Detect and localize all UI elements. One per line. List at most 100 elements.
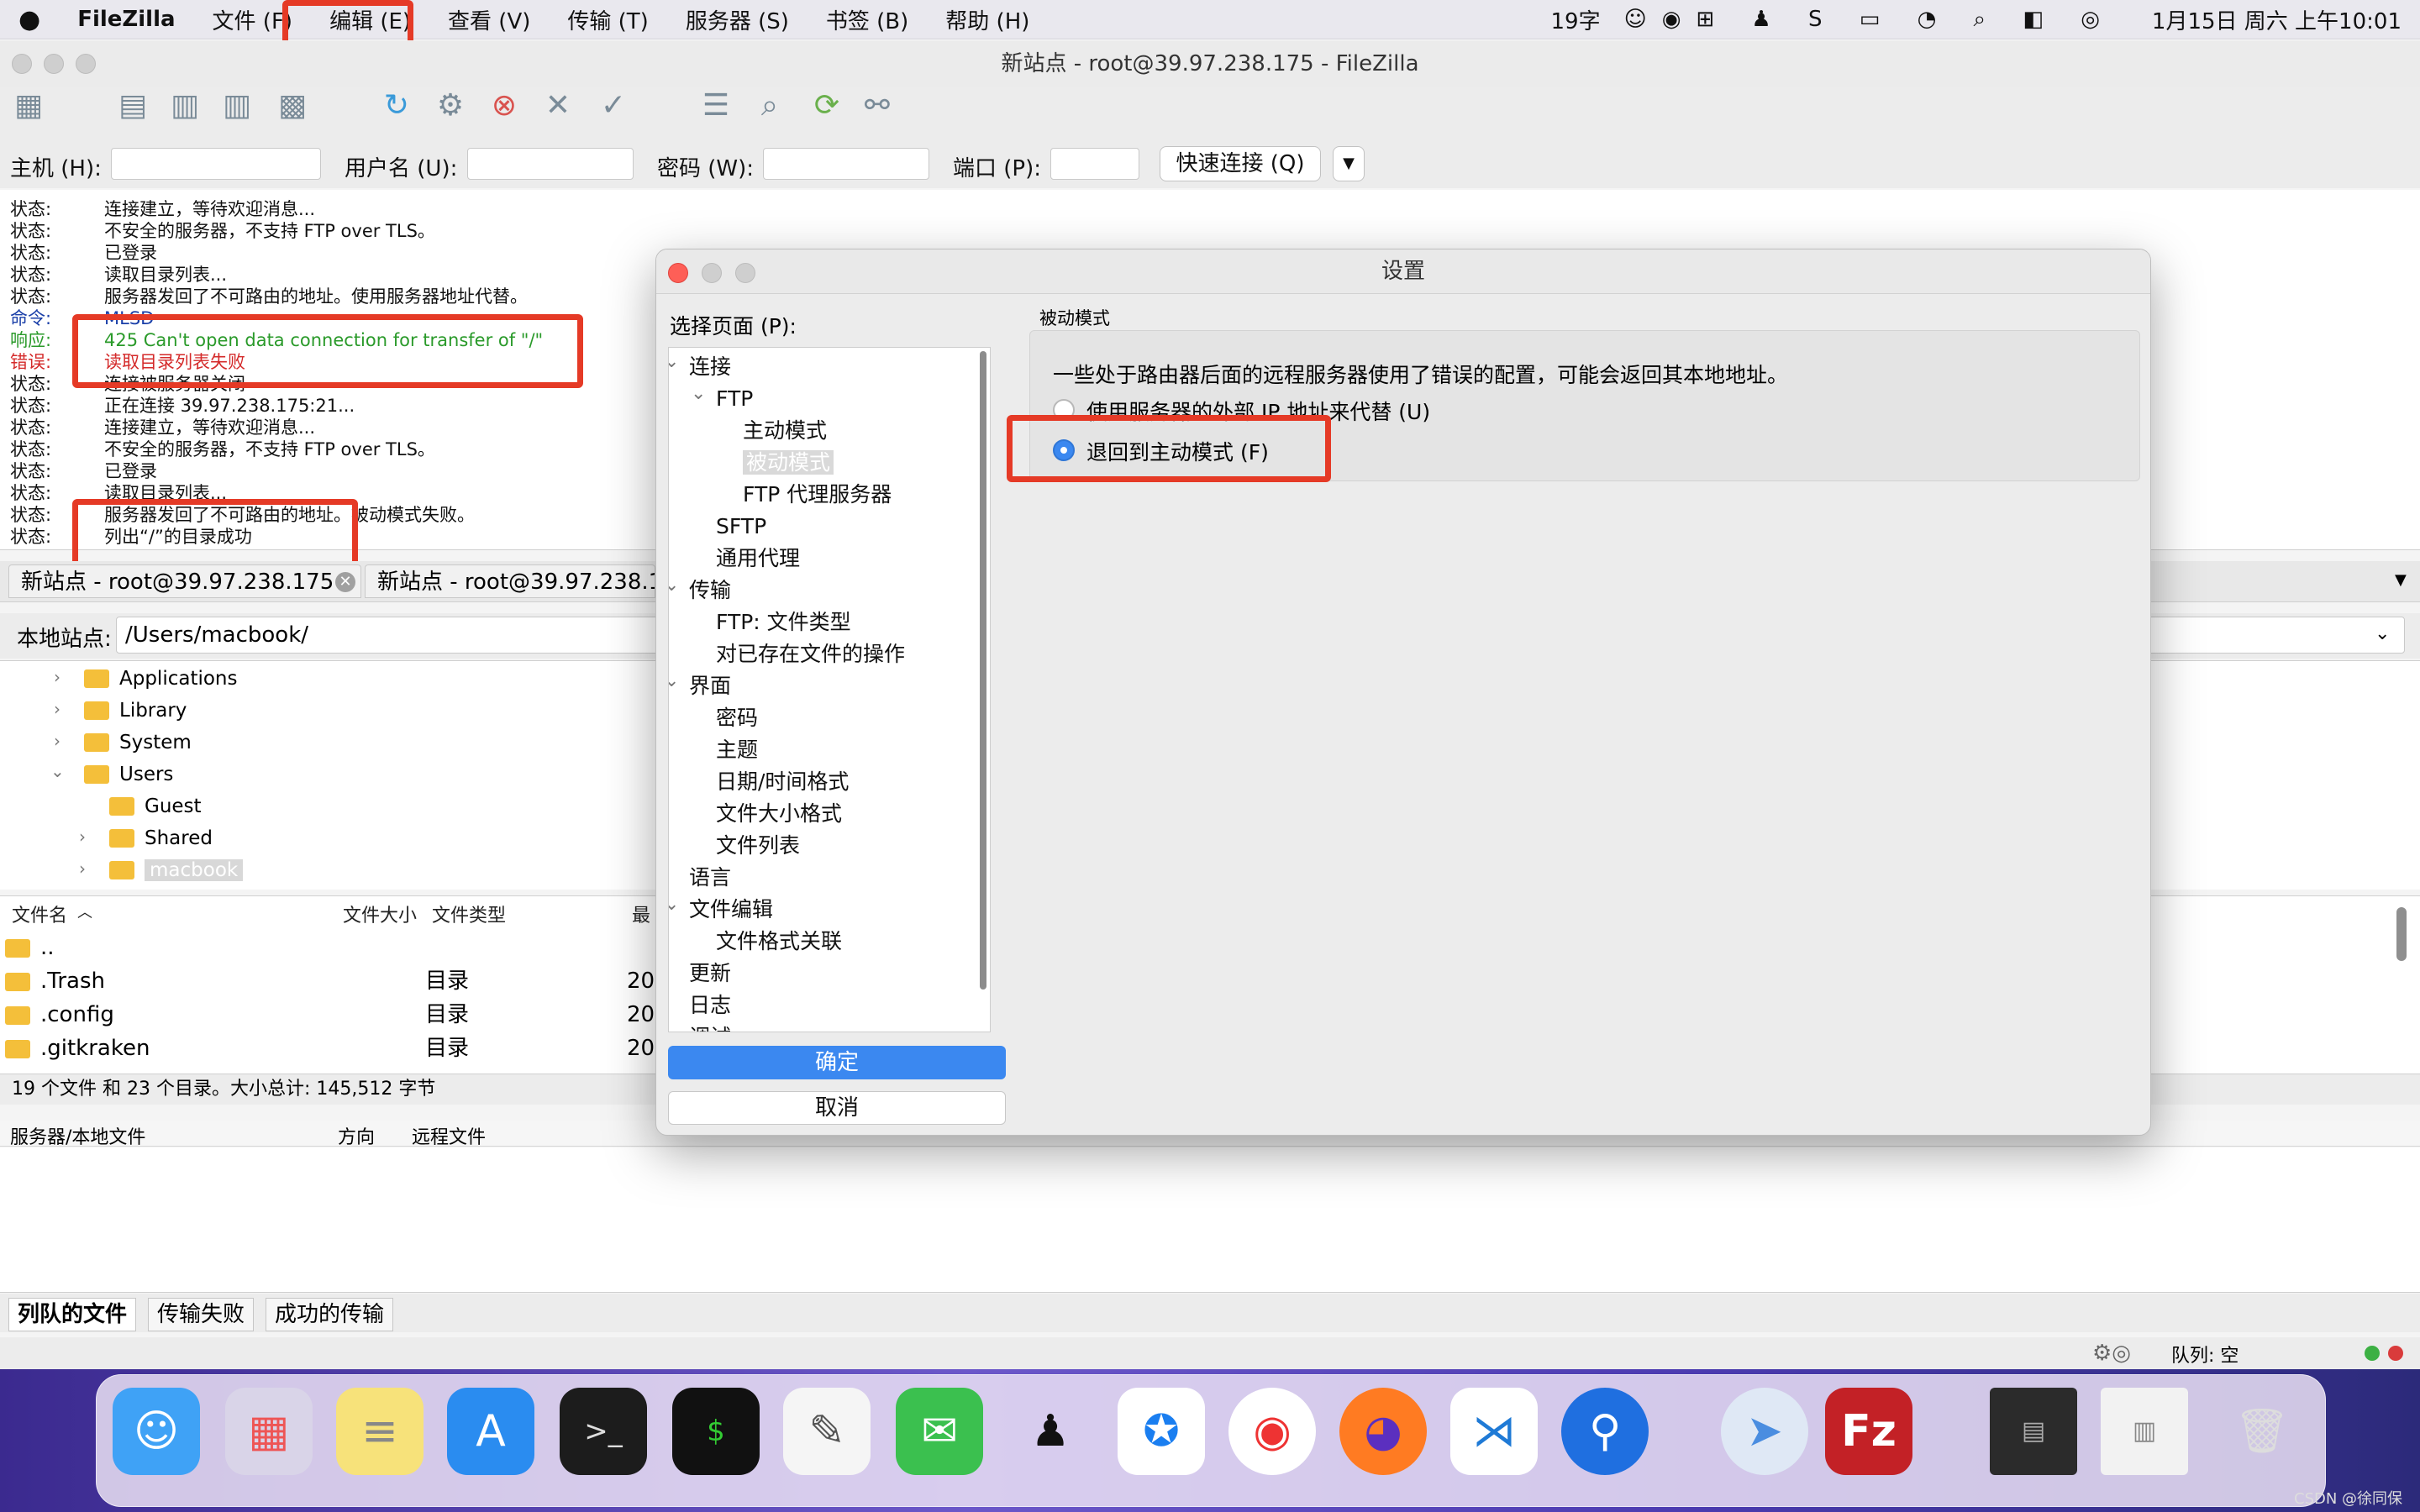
close-tab-icon[interactable]: ✕ xyxy=(335,572,355,592)
chrome-icon[interactable]: ◉ xyxy=(1228,1388,1316,1475)
site-tab[interactable]: 新站点 - root@39.97.238.17 xyxy=(365,564,655,598)
directory-filter-icon[interactable]: ☰ xyxy=(697,87,734,124)
menu-bookmarks[interactable]: 书签 (B) xyxy=(808,4,927,35)
port-input[interactable] xyxy=(1050,148,1139,180)
tab-failed-transfers[interactable]: 传输失败 xyxy=(148,1298,255,1331)
settings-tree-item[interactable]: ⌄ FTP xyxy=(691,383,753,415)
textedit-icon[interactable]: ✎ xyxy=(783,1388,871,1475)
cancel-button[interactable]: 取消 xyxy=(668,1091,1006,1125)
binoculars-icon[interactable]: ⚯ xyxy=(859,87,896,124)
search-icon[interactable]: ⌕ xyxy=(751,87,788,124)
filter-icon[interactable]: ⚙ xyxy=(432,87,469,124)
minimize-window-button[interactable] xyxy=(44,54,64,74)
site-tab[interactable]: 新站点 - root@39.97.238.175 ✕ xyxy=(8,564,361,598)
zoom-window-button[interactable] xyxy=(76,54,96,74)
settings-tree-item[interactable]: FTP: 文件类型 xyxy=(716,606,851,638)
password-input[interactable] xyxy=(763,148,929,180)
column-filetype[interactable]: 文件类型 xyxy=(432,900,506,927)
host-input[interactable] xyxy=(111,148,321,180)
username-input[interactable] xyxy=(467,148,634,180)
chevron-right-icon[interactable]: › xyxy=(54,731,60,751)
tab-list-icon[interactable]: ▼ xyxy=(2395,571,2407,589)
settings-tree-item[interactable]: 文件大小格式 xyxy=(716,798,842,830)
column-modified[interactable]: 最 xyxy=(632,900,650,927)
tree-scrollbar[interactable] xyxy=(980,351,986,990)
column-direction[interactable]: 方向 xyxy=(338,1122,375,1149)
settings-tree-item[interactable]: 主题 xyxy=(716,734,758,766)
app-store-icon[interactable]: A xyxy=(447,1388,534,1475)
chevron-down-icon[interactable]: ⌄ xyxy=(669,348,679,378)
tree-item[interactable]: System xyxy=(84,727,192,758)
transfer-queue-icon[interactable]: ▩ xyxy=(274,87,311,124)
settings-tree-item[interactable]: 调试 xyxy=(689,1021,731,1032)
local-tree-icon[interactable]: ▥ xyxy=(166,87,203,124)
quickconnect-button[interactable]: 快速连接 (Q) xyxy=(1160,146,1321,181)
tree-item-selected[interactable]: macbook xyxy=(109,855,244,885)
close-window-button[interactable] xyxy=(12,54,32,74)
settings-tree-item[interactable]: 文件格式关联 xyxy=(716,926,842,958)
vscode-icon[interactable]: ⋊ xyxy=(1450,1388,1538,1475)
menu-server[interactable]: 服务器 (S) xyxy=(667,4,808,35)
mail-app-icon[interactable]: ➤ xyxy=(1721,1388,1808,1475)
chevron-right-icon[interactable]: › xyxy=(79,827,86,847)
sync-browse-icon[interactable]: ⟳ xyxy=(808,87,845,124)
site-manager-icon[interactable]: ▦ xyxy=(10,87,47,124)
chevron-right-icon[interactable]: › xyxy=(54,699,60,719)
firefox-icon[interactable]: ◕ xyxy=(1339,1388,1427,1475)
window-thumbnail-icon[interactable]: ▤ xyxy=(1990,1388,2077,1475)
trash-icon[interactable]: 🗑 xyxy=(2218,1388,2306,1475)
window-thumbnail-icon[interactable]: ▥ xyxy=(2101,1388,2188,1475)
dialog-minimize-button[interactable] xyxy=(702,263,722,283)
chevron-down-icon[interactable]: ⌄ xyxy=(669,570,679,601)
tree-item[interactable]: Guest xyxy=(109,791,202,822)
settings-tree-item[interactable]: 日志 xyxy=(689,990,731,1021)
apple-icon[interactable]: ● xyxy=(0,5,59,34)
chevron-down-icon[interactable]: ⌄ xyxy=(669,889,679,921)
tree-item[interactable]: Users xyxy=(84,759,173,790)
maps-pin-icon[interactable]: ⚲ xyxy=(1561,1388,1649,1475)
menu-help[interactable]: 帮助 (H) xyxy=(927,4,1048,35)
chevron-right-icon[interactable]: › xyxy=(54,667,60,687)
dialog-close-button[interactable] xyxy=(668,263,688,283)
wechat-icon[interactable]: ✉ xyxy=(896,1388,983,1475)
file-row[interactable]: .config xyxy=(5,998,114,1032)
settings-tree-item[interactable]: 语言 xyxy=(689,862,731,894)
dialog-zoom-button[interactable] xyxy=(735,263,755,283)
ok-button[interactable]: 确定 xyxy=(668,1046,1006,1079)
message-log-icon[interactable]: ▤ xyxy=(114,87,151,124)
chevron-down-icon[interactable]: ⌄ xyxy=(669,665,679,697)
menu-view[interactable]: 查看 (V) xyxy=(429,4,549,35)
settings-tree-item[interactable]: ⌄传输 xyxy=(669,575,731,606)
iterm-icon[interactable]: $ xyxy=(672,1388,760,1475)
column-remote-file[interactable]: 远程文件 xyxy=(412,1122,486,1149)
file-row[interactable]: .. xyxy=(5,931,55,964)
remote-tree-icon[interactable]: ▥ xyxy=(218,87,255,124)
chevron-down-icon[interactable]: ⌄ xyxy=(691,378,706,410)
settings-tree-item[interactable]: 更新 xyxy=(689,958,731,990)
menu-app-name[interactable]: FileZilla xyxy=(59,7,193,32)
tree-item[interactable]: Applications xyxy=(84,664,238,694)
disconnect-icon[interactable]: ✕ xyxy=(539,87,576,124)
notes-icon[interactable]: ≡ xyxy=(336,1388,424,1475)
scrollbar-thumb[interactable] xyxy=(2396,907,2407,961)
cancel-icon[interactable]: ⊗ xyxy=(486,87,523,124)
file-row[interactable]: .Trash xyxy=(5,964,105,998)
terminal-icon[interactable]: >_ xyxy=(560,1388,647,1475)
finder-icon[interactable]: ☺ xyxy=(113,1388,200,1475)
tab-successful-transfers[interactable]: 成功的传输 xyxy=(266,1298,394,1331)
settings-tree-item[interactable]: ⌄界面 xyxy=(669,670,731,702)
file-row[interactable]: .gitkraken xyxy=(5,1032,150,1065)
settings-gear-icon[interactable]: ⚙◎ xyxy=(2092,1341,2131,1366)
settings-page-tree[interactable]: ⌄连接⌄FTP主动模式被动模式FTP 代理服务器SFTP通用代理⌄传输FTP: … xyxy=(668,347,991,1032)
tree-item[interactable]: Shared xyxy=(109,823,213,853)
settings-tree-item[interactable]: ⌄文件编辑 xyxy=(669,894,773,926)
settings-tree-item[interactable]: 通用代理 xyxy=(716,543,800,575)
settings-tree-item[interactable]: 密码 xyxy=(716,702,758,734)
datetime[interactable]: 1月15日 周六 上午10:01 xyxy=(2133,4,2420,35)
path-dropdown-icon[interactable]: ⌄ xyxy=(2375,623,2390,644)
reconnect-icon[interactable]: ✓ xyxy=(595,87,632,124)
menu-transfer[interactable]: 传输 (T) xyxy=(549,4,666,35)
settings-tree-item[interactable]: 对已存在文件的操作 xyxy=(716,638,905,670)
refresh-icon[interactable]: ↻ xyxy=(378,87,415,124)
launchpad-icon[interactable]: ▦ xyxy=(225,1388,313,1475)
